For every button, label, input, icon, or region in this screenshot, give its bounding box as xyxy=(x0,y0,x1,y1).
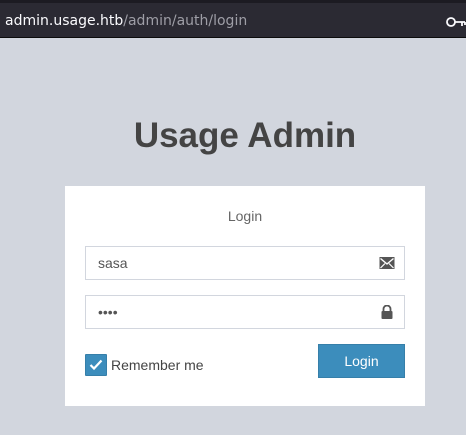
url-text[interactable]: admin.usage.htb/admin/auth/login xyxy=(5,13,247,29)
remember-me-checkbox[interactable] xyxy=(85,354,107,376)
checkmark-icon xyxy=(89,359,103,371)
login-box-heading: Login xyxy=(227,208,263,224)
url-field[interactable]: admin.usage.htb/admin/auth/login xyxy=(0,3,466,37)
password-input[interactable] xyxy=(98,296,368,328)
url-path: /admin/auth/login xyxy=(123,13,248,29)
lock-icon xyxy=(381,305,393,319)
envelope-icon xyxy=(379,257,395,269)
username-field-wrapper xyxy=(85,246,405,280)
username-input[interactable] xyxy=(98,247,368,279)
key-icon[interactable] xyxy=(446,15,466,29)
password-field-wrapper xyxy=(85,295,405,329)
login-button[interactable]: Login xyxy=(318,344,405,378)
page-title: Usage Admin xyxy=(133,116,357,155)
remember-me-label[interactable]: Remember me xyxy=(111,357,204,373)
login-box: Login Remember me Login xyxy=(65,186,425,406)
browser-url-bar: admin.usage.htb/admin/auth/login xyxy=(0,0,466,38)
url-host: admin.usage.htb xyxy=(5,13,124,29)
